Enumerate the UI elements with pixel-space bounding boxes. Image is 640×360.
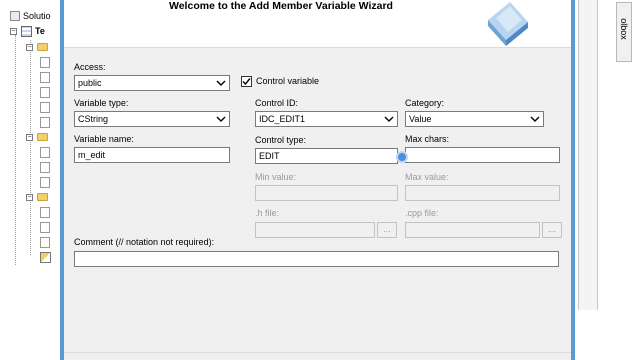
tree-item[interactable] (40, 145, 50, 159)
control-type-label: Control type: (255, 135, 307, 145)
tree-guide-line (15, 35, 16, 265)
tree-item-label: Solutio (23, 11, 51, 21)
project-icon (21, 25, 32, 37)
access-combo[interactable]: public (74, 75, 230, 91)
file-icon (40, 206, 50, 218)
cpp-file-input[interactable] (405, 222, 540, 238)
tree-item[interactable] (40, 175, 50, 189)
solution-explorer-panel: Solutio − Te − − − (0, 0, 60, 360)
file-icon (40, 71, 50, 83)
tree-item-solution[interactable]: Solutio (10, 9, 51, 23)
chevron-down-icon (216, 116, 226, 122)
file-icon (40, 176, 50, 188)
folder-icon (37, 193, 48, 201)
tree-item[interactable] (40, 160, 50, 174)
file-icon (40, 56, 50, 68)
max-chars-input[interactable] (405, 147, 560, 163)
control-variable-label: Control variable (256, 76, 320, 86)
tree-item[interactable] (40, 250, 51, 264)
tree-item[interactable] (40, 220, 50, 234)
file-icon (40, 116, 50, 128)
solution-icon (10, 11, 20, 21)
editor-scroll-strip (578, 0, 598, 310)
control-variable-checkbox[interactable] (241, 76, 252, 87)
wizard-cube-icon (488, 2, 528, 46)
add-member-variable-wizard-dialog: Welcome to the Add Member Variable Wizar… (60, 0, 575, 360)
file-icon (40, 101, 50, 113)
tree-folder[interactable]: − (26, 40, 48, 54)
variable-name-label: Variable name: (74, 134, 134, 144)
tree-item-label: Te (35, 26, 45, 36)
min-value-input[interactable] (255, 185, 398, 201)
chevron-down-icon (530, 116, 540, 122)
collapse-icon[interactable]: − (26, 193, 33, 201)
cpp-file-browse-button[interactable]: ... (542, 222, 562, 238)
variable-type-value: CString (78, 114, 109, 124)
tree-item[interactable] (40, 100, 50, 114)
tree-item[interactable] (40, 85, 50, 99)
variable-type-label: Variable type: (74, 98, 129, 108)
access-label: Access: (74, 62, 106, 72)
collapse-icon[interactable]: − (26, 43, 33, 51)
chevron-down-icon (384, 116, 394, 122)
dialog-divider (64, 352, 571, 353)
h-file-input[interactable] (255, 222, 375, 238)
toolbox-tab-label: olbox (619, 18, 629, 40)
file-icon (40, 161, 50, 173)
h-file-label: .h file: (255, 208, 280, 218)
collapse-icon[interactable]: − (10, 27, 17, 35)
tree-folder[interactable]: − (26, 130, 48, 144)
variable-name-input[interactable]: m_edit (74, 147, 230, 163)
category-combo[interactable]: Value (405, 111, 544, 127)
collapse-icon[interactable]: − (26, 133, 33, 141)
control-type-input[interactable]: EDIT (255, 148, 398, 164)
wizard-header: Welcome to the Add Member Variable Wizar… (64, 0, 571, 48)
tree-item-project[interactable]: − Te (10, 24, 45, 38)
tree-item[interactable] (40, 70, 50, 84)
comment-label: Comment (// notation not required): (74, 237, 215, 247)
file-icon (40, 236, 50, 248)
control-id-label: Control ID: (255, 98, 299, 108)
folder-icon (37, 43, 48, 51)
control-id-value: IDC_EDIT1 (259, 114, 306, 124)
folder-icon (37, 133, 48, 141)
min-value-label: Min value: (255, 172, 297, 182)
control-id-combo[interactable]: IDC_EDIT1 (255, 111, 398, 127)
file-icon (40, 221, 50, 233)
category-label: Category: (405, 98, 445, 108)
comment-input[interactable] (74, 251, 559, 267)
mouse-cursor-indicator (396, 151, 408, 163)
tree-item[interactable] (40, 55, 50, 69)
max-value-input[interactable] (405, 185, 560, 201)
h-file-browse-button[interactable]: ... (377, 222, 397, 238)
file-icon (40, 146, 50, 158)
variable-type-combo[interactable]: CString (74, 111, 230, 127)
max-chars-label: Max chars: (405, 134, 450, 144)
tree-item[interactable] (40, 235, 50, 249)
access-value: public (78, 78, 102, 88)
wizard-title: Welcome to the Add Member Variable Wizar… (169, 0, 393, 12)
checkmark-icon (242, 78, 251, 86)
file-icon (40, 86, 50, 98)
resource-file-icon (40, 251, 51, 263)
tree-guide-line (30, 40, 31, 255)
max-value-label: Max value: (405, 172, 449, 182)
cpp-file-label: .cpp file: (405, 208, 439, 218)
category-value: Value (409, 114, 432, 124)
tree-item[interactable] (40, 205, 50, 219)
tree-folder[interactable]: − (26, 190, 48, 204)
tree-item[interactable] (40, 115, 50, 129)
chevron-down-icon (216, 80, 226, 86)
